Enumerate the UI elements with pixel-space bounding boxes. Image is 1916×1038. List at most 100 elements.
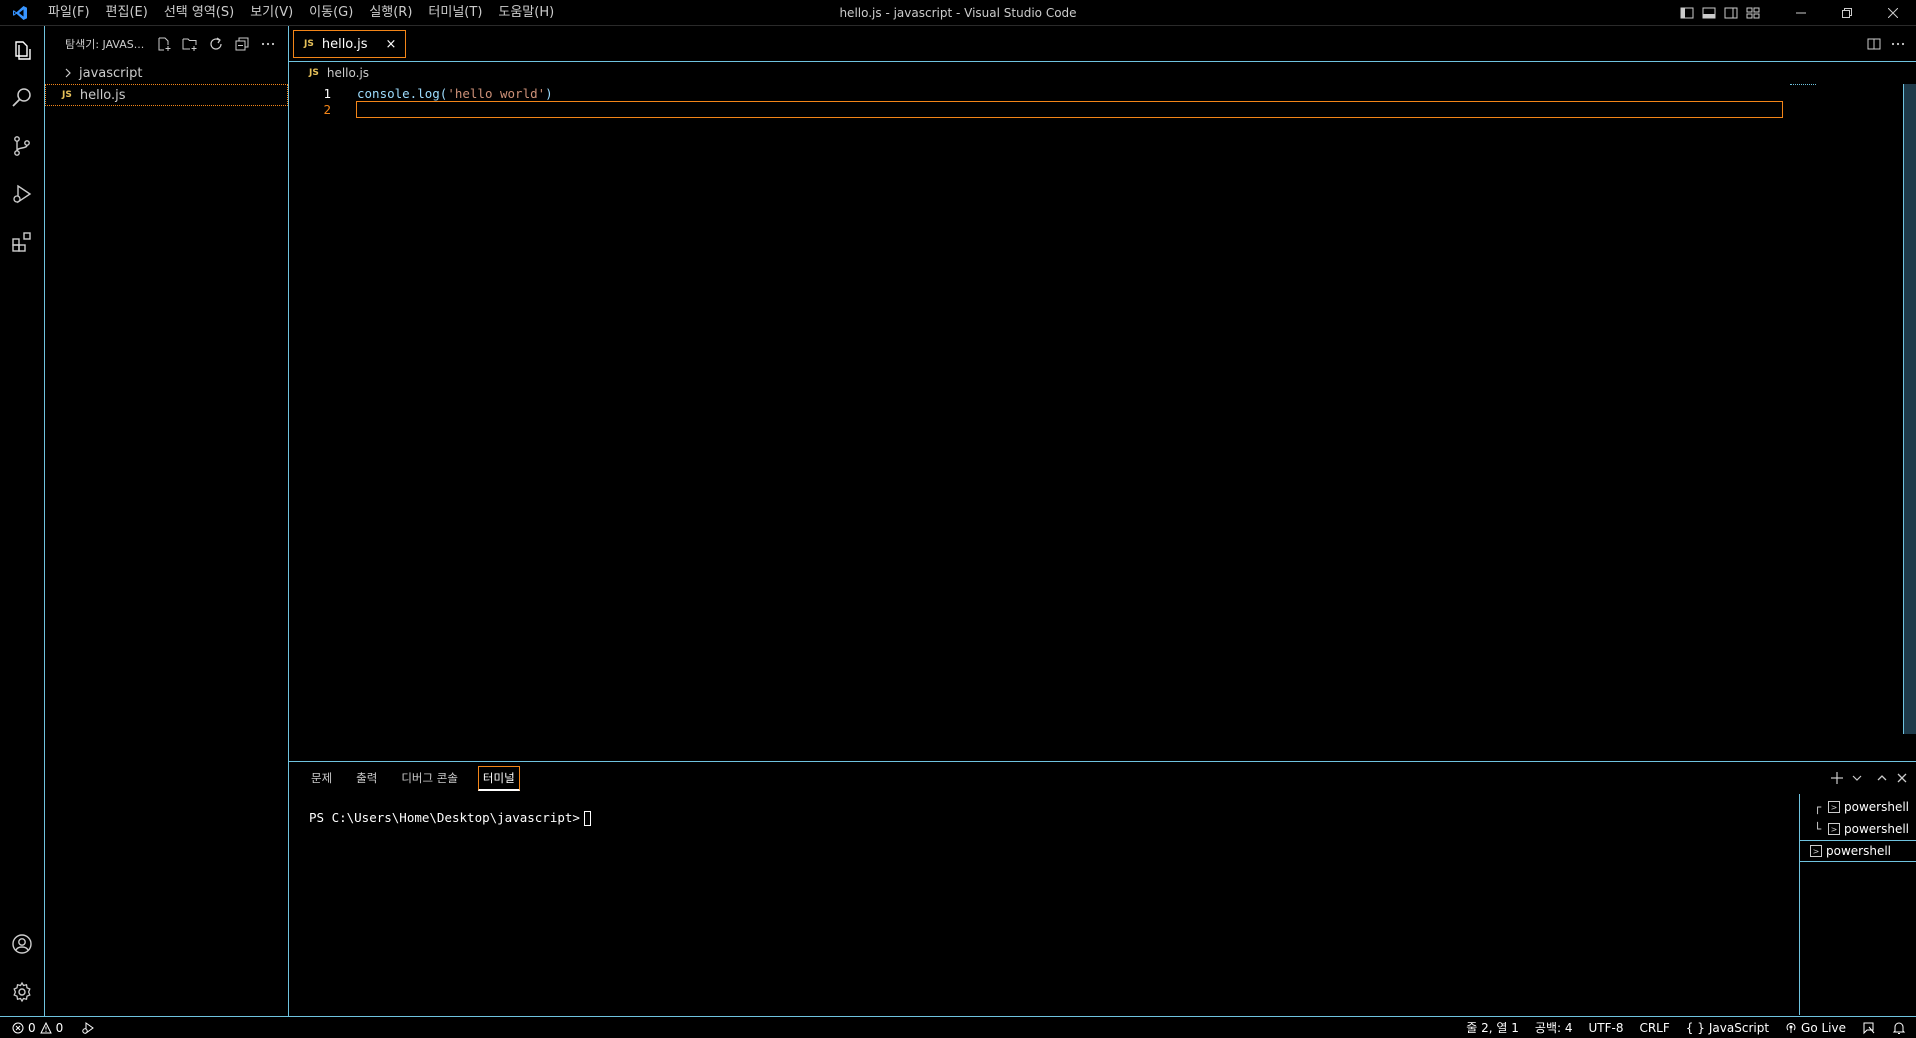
error-count: 0 xyxy=(28,1020,36,1035)
collapse-all-icon[interactable] xyxy=(232,34,252,54)
menu-terminal[interactable]: 터미널(T) xyxy=(420,0,490,26)
vscode-window: 파일(F) 편집(E) 선택 영역(S) 보기(V) 이동(G) 실행(R) 터… xyxy=(0,0,1916,1038)
terminal-item-label: powershell xyxy=(1844,822,1909,836)
search-icon[interactable] xyxy=(0,74,44,122)
tab-label: hello.js xyxy=(321,36,368,52)
tree-file-hello-js[interactable]: JS hello.js xyxy=(45,84,288,106)
source-control-icon[interactable] xyxy=(0,122,44,170)
indentation[interactable]: 공백: 4 xyxy=(1535,1019,1573,1036)
status-left: 0 0 xyxy=(0,1021,95,1035)
terminal-item-2[interactable]: └ > powershell xyxy=(1800,818,1916,840)
tree-folder-javascript[interactable]: javascript xyxy=(45,62,288,84)
toggle-panel-icon[interactable] xyxy=(1698,0,1720,26)
tab-terminal[interactable]: 터미널 xyxy=(477,765,520,791)
line-number: 2 xyxy=(323,102,331,117)
notifications-bell-icon[interactable] xyxy=(1892,1021,1906,1035)
run-debug-icon[interactable] xyxy=(0,170,44,218)
customize-layout-icon[interactable] xyxy=(1742,0,1764,26)
activity-bar xyxy=(0,26,45,1016)
tab-hello-js[interactable]: JS hello.js × xyxy=(293,30,406,58)
menu-go[interactable]: 이동(G) xyxy=(301,0,361,26)
tab-problems[interactable]: 문제 xyxy=(307,767,336,789)
menu-file[interactable]: 파일(F) xyxy=(40,0,98,26)
scrollbar-thumb[interactable] xyxy=(1903,84,1916,734)
warning-icon xyxy=(39,1021,52,1034)
menu-edit[interactable]: 편집(E) xyxy=(98,0,156,26)
chevron-right-icon xyxy=(63,68,73,78)
explorer-icon[interactable] xyxy=(0,26,44,74)
terminal-list: ┌ > powershell └ > powershell > powershe… xyxy=(1799,794,1916,1015)
split-editor-icon[interactable] xyxy=(1866,36,1882,52)
maximize-panel-chevron-up-icon[interactable] xyxy=(1876,772,1888,784)
editor-more-actions-icon[interactable] xyxy=(1890,36,1906,52)
code-editor[interactable]: 1 console.log('hello world') 2 xyxy=(289,84,1916,762)
braces-icon: { } xyxy=(1685,1020,1705,1035)
title-bar: 파일(F) 편집(E) 선택 영역(S) 보기(V) 이동(G) 실행(R) 터… xyxy=(0,0,1916,26)
terminal-item-1[interactable]: ┌ > powershell xyxy=(1800,796,1916,818)
code-token: ) xyxy=(545,86,553,101)
close-panel-icon[interactable] xyxy=(1896,772,1908,784)
menu-selection[interactable]: 선택 영역(S) xyxy=(156,0,242,26)
status-bar: 0 0 줄 2, 열 1 공백: 4 UTF-8 CRLF { } JavaSc… xyxy=(0,1016,1916,1038)
sidebar-actions xyxy=(154,26,278,62)
manage-gear-icon[interactable] xyxy=(0,968,44,1016)
new-folder-icon[interactable] xyxy=(180,34,200,54)
terminal-output[interactable]: PS C:\Users\Home\Desktop\javascript> xyxy=(289,794,1799,1014)
editor-scrollbar[interactable] xyxy=(1902,84,1916,762)
terminal-item-label: powershell xyxy=(1826,844,1891,858)
extensions-icon[interactable] xyxy=(0,218,44,266)
minimize-button[interactable] xyxy=(1778,0,1824,26)
vscode-logo-icon xyxy=(0,0,40,26)
tree-connector-top: ┌ xyxy=(1814,800,1822,814)
problems-status[interactable]: 0 0 xyxy=(12,1021,63,1035)
more-actions-icon[interactable] xyxy=(258,34,278,54)
terminal-prompt-line: PS C:\Users\Home\Desktop\javascript> xyxy=(309,810,591,826)
panel-actions xyxy=(1830,762,1908,794)
new-file-icon[interactable] xyxy=(154,34,174,54)
toggle-secondary-sidebar-icon[interactable] xyxy=(1720,0,1742,26)
accounts-icon[interactable] xyxy=(0,920,44,968)
toggle-primary-sidebar-icon[interactable] xyxy=(1676,0,1698,26)
editor-actions xyxy=(1866,26,1906,62)
end-of-line[interactable]: CRLF xyxy=(1639,1021,1669,1035)
code-token: console.log( xyxy=(357,86,448,101)
cursor-position[interactable]: 줄 2, 열 1 xyxy=(1466,1019,1519,1036)
restore-button[interactable] xyxy=(1824,0,1870,26)
tab-debug-console[interactable]: 디버그 콘솔 xyxy=(397,767,462,789)
tree-folder-label: javascript xyxy=(79,65,143,81)
tab-output[interactable]: 출력 xyxy=(352,767,381,789)
terminal-icon: > xyxy=(1828,801,1840,813)
activity-bar-bottom xyxy=(0,920,44,1016)
encoding[interactable]: UTF-8 xyxy=(1588,1021,1623,1035)
menu-run[interactable]: 실행(R) xyxy=(361,0,420,26)
terminal-item-label: powershell xyxy=(1844,800,1909,814)
code-string-token: 'hello world' xyxy=(447,86,546,101)
feedback-icon[interactable] xyxy=(1862,1021,1876,1035)
breadcrumb-file[interactable]: hello.js xyxy=(327,66,369,80)
minimap-slider[interactable] xyxy=(1790,84,1816,87)
new-terminal-plus-icon[interactable] xyxy=(1830,771,1844,785)
go-live-label: Go Live xyxy=(1801,1020,1846,1035)
language-label: JavaScript xyxy=(1708,1020,1770,1035)
debug-status-icon[interactable] xyxy=(81,1021,95,1035)
sidebar-title: 탐색기: JAVAS... xyxy=(65,38,145,51)
tree-file-label: hello.js xyxy=(79,87,126,103)
tree-connector-bottom: └ xyxy=(1814,822,1822,836)
terminal-prompt: PS C:\Users\Home\Desktop\javascript> xyxy=(309,810,580,825)
title-controls xyxy=(1676,0,1916,26)
chevron-down-icon[interactable] xyxy=(1852,773,1862,783)
close-tab-icon[interactable]: × xyxy=(383,36,399,52)
close-window-button[interactable] xyxy=(1870,0,1916,26)
terminal-icon: > xyxy=(1810,845,1822,857)
menu-view[interactable]: 보기(V) xyxy=(242,0,301,26)
language-mode[interactable]: { } JavaScript xyxy=(1686,1021,1769,1035)
error-icon xyxy=(12,1022,24,1034)
code-line-2: 2 xyxy=(289,100,1789,119)
editor-group: JS hello.js × JS hello.js 1 console.log(… xyxy=(289,26,1916,762)
terminal-item-3[interactable]: > powershell xyxy=(1800,840,1916,862)
menu-help[interactable]: 도움말(H) xyxy=(490,0,562,26)
refresh-icon[interactable] xyxy=(206,34,226,54)
editor-tab-bar: JS hello.js × xyxy=(289,26,1916,62)
explorer-sidebar: 탐색기: JAVAS... javascript JS hello.js xyxy=(45,26,289,1016)
go-live-button[interactable]: Go Live xyxy=(1785,1021,1846,1035)
